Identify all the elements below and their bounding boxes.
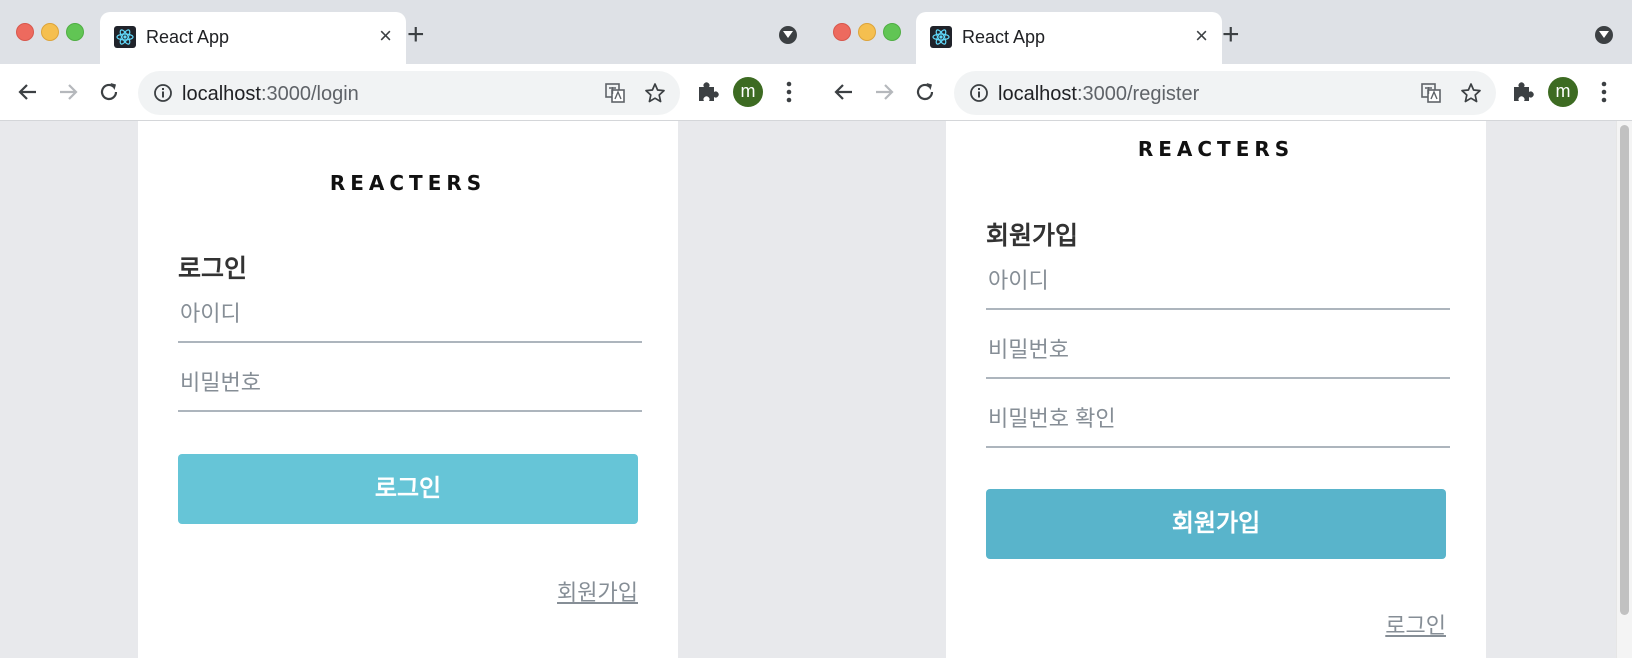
logo[interactable]: REACTERS [138,171,678,195]
address-bar[interactable]: localhost:3000/register [954,71,1496,115]
browser-window-register: React App × + localhost:3000/register m … [817,0,1632,658]
vertical-scrollbar[interactable] [1616,121,1632,658]
password-confirm-input[interactable] [988,406,1428,432]
new-tab-button[interactable]: + [407,20,425,50]
register-button[interactable]: 회원가입 [986,489,1446,559]
password-input[interactable] [988,337,1428,363]
username-field[interactable] [178,293,642,343]
username-input[interactable] [180,301,620,327]
url-text: localhost:3000/login [182,83,359,106]
arrow-right-icon[interactable] [870,78,898,106]
page-viewport: REACTERS 회원가입 회원가입 로그인 [817,121,1632,658]
url-host: localhost [998,83,1077,105]
kebab-menu-icon[interactable] [775,78,803,106]
browser-window-login: React App × + localhost:3000/login m REA… [0,0,817,658]
username-field[interactable] [986,260,1450,310]
info-icon[interactable] [968,82,990,104]
page-viewport: REACTERS 로그인 로그인 회원가입 [0,121,817,658]
form-title: 회원가입 [986,222,1079,250]
minimize-window-button[interactable] [858,23,876,41]
url-path: :3000/register [1076,83,1200,105]
password-input[interactable] [180,370,620,396]
register-link[interactable]: 회원가입 [557,575,638,607]
close-tab-icon[interactable]: × [1195,24,1208,48]
react-logo-icon [114,26,136,48]
reload-icon[interactable] [95,78,123,106]
url-text: localhost:3000/register [998,83,1199,106]
arrow-left-icon[interactable] [830,78,858,106]
close-window-button[interactable] [16,23,34,41]
browser-toolbar: localhost:3000/register m [817,64,1632,121]
tab-title: React App [146,27,230,47]
browser-tab[interactable]: React App × [100,12,406,64]
puzzle-icon[interactable] [1509,78,1537,106]
tab-strip: React App × + [817,0,1632,64]
password-field[interactable] [178,362,642,412]
login-button[interactable]: 로그인 [178,454,638,524]
zoom-window-button[interactable] [883,23,901,41]
minimize-window-button[interactable] [41,23,59,41]
kebab-menu-icon[interactable] [1590,78,1618,106]
browser-tab[interactable]: React App × [916,12,1222,64]
arrow-left-icon[interactable] [14,78,42,106]
star-icon[interactable] [644,82,666,104]
password-confirm-field[interactable] [986,398,1450,448]
arrow-right-icon[interactable] [54,78,82,106]
password-field[interactable] [986,329,1450,379]
translate-icon[interactable] [1420,82,1442,104]
username-input[interactable] [988,268,1428,294]
close-window-button[interactable] [833,23,851,41]
close-tab-icon[interactable]: × [379,24,392,48]
profile-avatar[interactable]: m [733,77,763,107]
form-title: 로그인 [178,255,248,283]
address-bar[interactable]: localhost:3000/login [138,71,680,115]
login-link[interactable]: 로그인 [1385,608,1446,640]
tab-title: React App [962,27,1046,47]
reload-icon[interactable] [911,78,939,106]
react-logo-icon [930,26,952,48]
star-icon[interactable] [1460,82,1482,104]
profile-avatar[interactable]: m [1548,77,1578,107]
auth-card: REACTERS 회원가입 회원가입 로그인 [946,121,1486,658]
zoom-window-button[interactable] [66,23,84,41]
tab-strip: React App × + [0,0,817,64]
tab-search-icon[interactable] [1595,26,1613,44]
browser-toolbar: localhost:3000/login m [0,64,817,121]
url-host: localhost [182,83,261,105]
url-path: :3000/login [260,83,359,105]
logo[interactable]: REACTERS [946,137,1486,161]
tab-search-icon[interactable] [779,26,797,44]
info-icon[interactable] [152,82,174,104]
translate-icon[interactable] [604,82,626,104]
puzzle-icon[interactable] [694,78,722,106]
auth-card: REACTERS 로그인 로그인 회원가입 [138,121,678,658]
scrollbar-thumb[interactable] [1620,125,1629,615]
new-tab-button[interactable]: + [1222,20,1240,50]
